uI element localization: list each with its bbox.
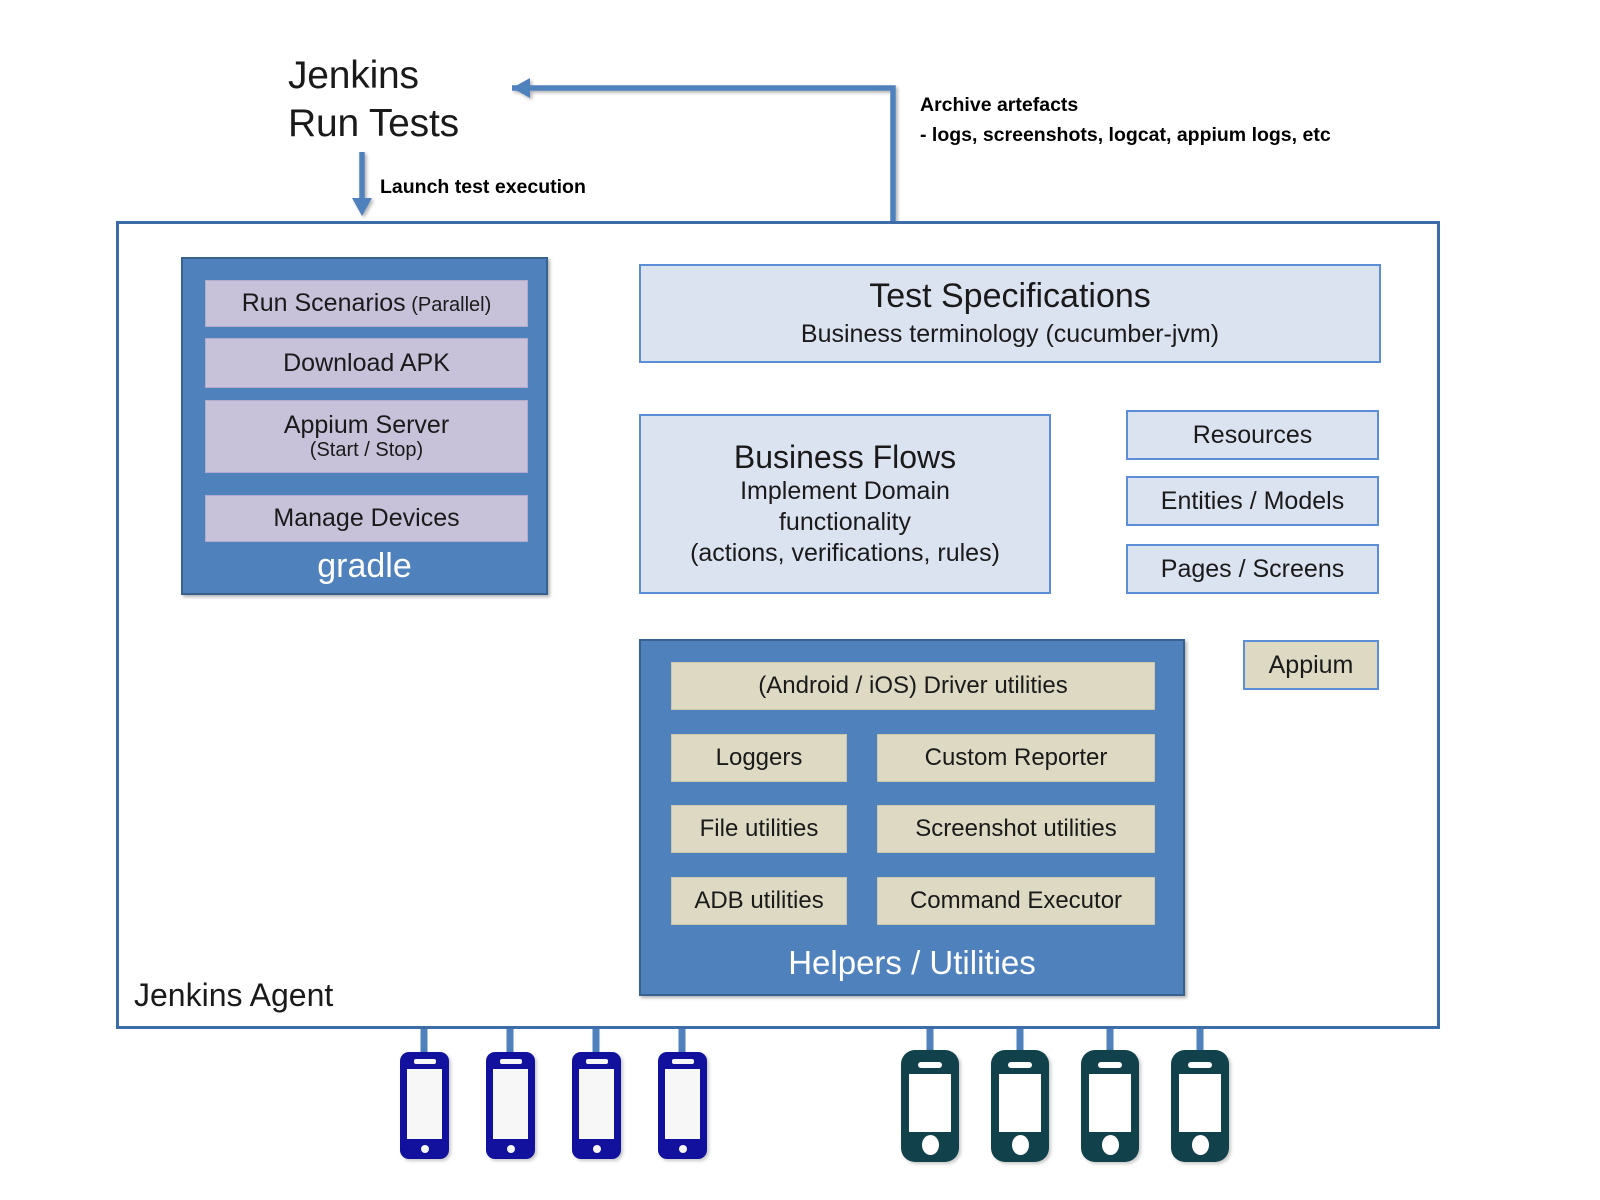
entities-models-label: Entities / Models <box>1160 486 1345 515</box>
phone-screen <box>999 1074 1041 1132</box>
gradle-task-run-scenarios[interactable]: Run Scenarios (Parallel) <box>205 280 528 327</box>
phone-speaker-icon <box>1008 1062 1032 1068</box>
file-utilities-box[interactable]: File utilities <box>671 805 847 853</box>
test-specifications-subtitle: Business terminology (cucumber-jvm) <box>800 319 1220 348</box>
business-flows-title: Business Flows <box>733 438 957 475</box>
jenkins-agent-label: Jenkins Agent <box>134 977 334 1013</box>
gradle-task-label: Run Scenarios <box>241 289 406 318</box>
phone-home-button-icon <box>506 1145 515 1153</box>
launch-test-execution-label: Launch test execution <box>380 176 586 198</box>
jenkins-run-tests-title: Jenkins Run Tests <box>288 54 459 145</box>
custom-reporter-label: Custom Reporter <box>924 744 1108 771</box>
gradle-task-download-apk[interactable]: Download APK <box>205 338 528 388</box>
screenshot-utilities-box[interactable]: Screenshot utilities <box>877 805 1155 853</box>
business-flows-line1: Implement Domain <box>740 476 950 505</box>
gradle-task-sublabel: (Parallel) <box>411 294 492 317</box>
phone-speaker-icon <box>1098 1062 1122 1068</box>
gradle-task-label: Download APK <box>283 348 450 377</box>
gradle-task-label: Appium Server <box>283 410 450 439</box>
entities-models-box[interactable]: Entities / Models <box>1126 476 1379 526</box>
business-flows-line2: functionality <box>778 507 912 536</box>
ios-device[interactable] <box>1081 1050 1139 1162</box>
pages-screens-box[interactable]: Pages / Screens <box>1126 544 1379 594</box>
arrow-launch-test-execution <box>352 152 372 216</box>
phone-home-button-icon <box>921 1135 939 1155</box>
android-device[interactable] <box>658 1052 707 1159</box>
phone-screen <box>909 1074 951 1132</box>
phone-screen <box>579 1069 614 1139</box>
gradle-task-appium-server[interactable]: Appium Server (Start / Stop) <box>205 400 528 473</box>
android-device[interactable] <box>400 1052 449 1159</box>
adb-utilities-label: ADB utilities <box>694 887 824 914</box>
gradle-task-manage-devices[interactable]: Manage Devices <box>205 495 528 542</box>
helpers-utilities-group: (Android / iOS) Driver utilities Loggers… <box>639 639 1185 996</box>
gradle-group: Run Scenarios (Parallel) Download APK Ap… <box>181 257 548 595</box>
phone-home-button-icon <box>420 1145 429 1153</box>
business-flows-line3: (actions, verifications, rules) <box>690 539 1000 568</box>
appium-box[interactable]: Appium <box>1243 640 1379 690</box>
phone-speaker-icon <box>918 1062 942 1068</box>
test-specifications-box[interactable]: Test Specifications Business terminology… <box>639 264 1381 363</box>
phone-home-button-icon <box>592 1145 601 1153</box>
ios-device[interactable] <box>901 1050 959 1162</box>
screenshot-utilities-label: Screenshot utilities <box>915 815 1117 842</box>
phone-speaker-icon <box>671 1059 694 1064</box>
resources-label: Resources <box>1192 420 1313 449</box>
pages-screens-label: Pages / Screens <box>1160 554 1345 583</box>
driver-utilities-box[interactable]: (Android / iOS) Driver utilities <box>671 662 1155 710</box>
phone-screen <box>407 1069 442 1139</box>
ios-device[interactable] <box>1171 1050 1229 1162</box>
loggers-label: Loggers <box>715 744 803 771</box>
android-device[interactable] <box>486 1052 535 1159</box>
resources-box[interactable]: Resources <box>1126 410 1379 460</box>
phone-home-button-icon <box>678 1145 687 1153</box>
test-specifications-title: Test Specifications <box>869 277 1151 316</box>
phone-speaker-icon <box>499 1059 522 1064</box>
android-device[interactable] <box>572 1052 621 1159</box>
phone-screen <box>1089 1074 1131 1132</box>
driver-utilities-label: (Android / iOS) Driver utilities <box>758 672 1068 699</box>
phone-speaker-icon <box>585 1059 608 1064</box>
ios-device[interactable] <box>991 1050 1049 1162</box>
custom-reporter-box[interactable]: Custom Reporter <box>877 734 1155 782</box>
business-flows-box[interactable]: Business Flows Implement Domain function… <box>639 414 1051 594</box>
phone-screen <box>1179 1074 1221 1132</box>
command-executor-box[interactable]: Command Executor <box>877 877 1155 925</box>
archive-artefacts-label: Archive artefacts - logs, screenshots, l… <box>920 94 1331 147</box>
phone-screen <box>665 1069 700 1139</box>
gradle-task-label: Manage Devices <box>273 504 460 533</box>
phone-speaker-icon <box>413 1059 436 1064</box>
helpers-utilities-title: Helpers / Utilities <box>788 944 1036 981</box>
file-utilities-label: File utilities <box>699 815 819 842</box>
phone-home-button-icon <box>1191 1135 1209 1155</box>
phone-speaker-icon <box>1188 1062 1212 1068</box>
gradle-task-sublabel: (Start / Stop) <box>309 439 424 462</box>
phone-screen <box>493 1069 528 1139</box>
phone-home-button-icon <box>1101 1135 1119 1155</box>
diagram-canvas: Jenkins Run Tests Launch test execution … <box>0 0 1600 1200</box>
gradle-group-title: gradle <box>317 547 412 585</box>
loggers-box[interactable]: Loggers <box>671 734 847 782</box>
appium-label: Appium <box>1268 650 1354 679</box>
phone-home-button-icon <box>1011 1135 1029 1155</box>
command-executor-label: Command Executor <box>909 887 1123 914</box>
adb-utilities-box[interactable]: ADB utilities <box>671 877 847 925</box>
